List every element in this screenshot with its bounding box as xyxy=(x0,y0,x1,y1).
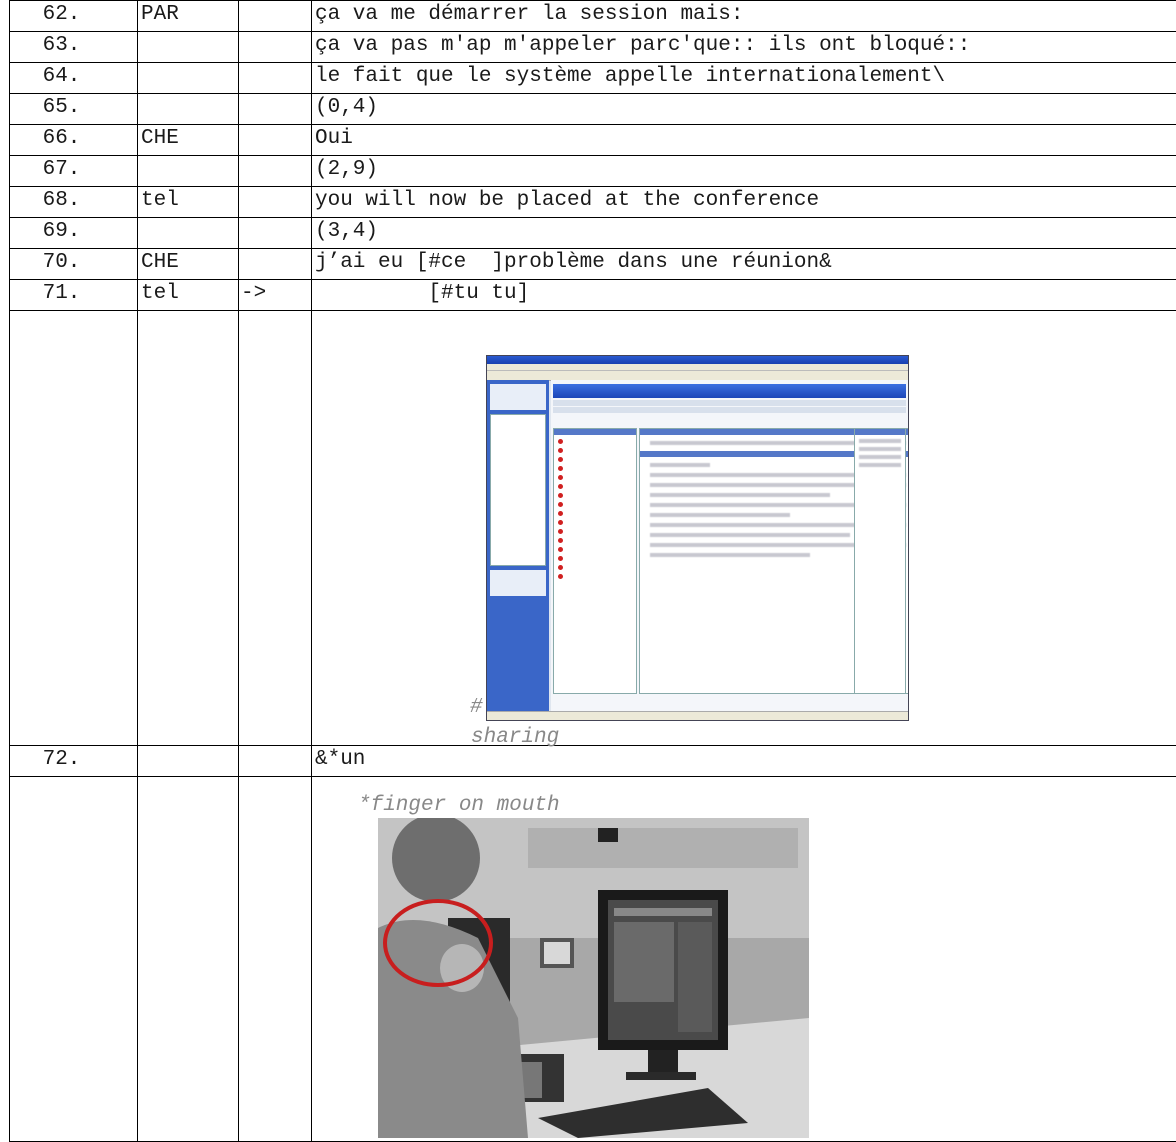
transcript-row: 70. CHE j’ai eu [#ce ]problème dans une … xyxy=(10,249,1176,280)
utterance: Oui xyxy=(312,125,1176,156)
arrow-marker xyxy=(239,1,312,32)
transcript-row: 64. le fait que le système appelle inter… xyxy=(10,63,1176,94)
speaker: tel xyxy=(138,280,239,311)
arrow-marker xyxy=(239,94,312,125)
line-number: 63. xyxy=(10,32,138,63)
arrow-marker xyxy=(239,32,312,63)
meeting-panel xyxy=(551,380,908,712)
transcript-row: 62. PAR ça va me démarrer la session mai… xyxy=(10,1,1176,32)
empty-cell xyxy=(138,311,239,746)
transcript-row: 72. &*un xyxy=(10,746,1176,777)
meeting-header xyxy=(553,384,906,398)
annotation-label: *finger on mouth xyxy=(358,794,560,817)
utterance: j’ai eu [#ce ]problème dans une réunion& xyxy=(312,249,1176,280)
arrow-marker xyxy=(239,218,312,249)
line-number: 72. xyxy=(10,746,138,777)
window-titlebar xyxy=(487,356,908,364)
arrow-marker xyxy=(239,156,312,187)
utterance: ça va me démarrer la session mais: xyxy=(312,1,1176,32)
speaker: tel xyxy=(138,187,239,218)
conference-app-screenshot xyxy=(486,355,909,721)
participants-list xyxy=(553,428,637,694)
window-statusbar xyxy=(487,711,908,720)
speaker: CHE xyxy=(138,125,239,156)
line-number: 70. xyxy=(10,249,138,280)
photo-illustration xyxy=(378,818,809,1138)
arrow-marker xyxy=(239,125,312,156)
utterance: (2,9) xyxy=(312,156,1176,187)
line-number: 67. xyxy=(10,156,138,187)
utterance: (3,4) xyxy=(312,218,1176,249)
speaker: CHE xyxy=(138,249,239,280)
empty-cell xyxy=(10,777,138,1142)
line-number: 64. xyxy=(10,63,138,94)
empty-cell xyxy=(138,777,239,1142)
transcript-row: 63. ça va pas m'ap m'appeler parc'que:: … xyxy=(10,32,1176,63)
arrow-marker xyxy=(239,63,312,94)
speaker xyxy=(138,94,239,125)
arrow-marker: -> xyxy=(239,280,312,311)
utterance: ça va pas m'ap m'appeler parc'que:: ils … xyxy=(312,32,1176,63)
line-number: 62. xyxy=(10,1,138,32)
arrow-marker xyxy=(239,746,312,777)
line-number: 66. xyxy=(10,125,138,156)
utterance: [#tu tu] xyxy=(312,280,1176,311)
participants-sidebar xyxy=(487,380,549,712)
utterance: le fait que le système appelle internati… xyxy=(312,63,1176,94)
transcript-row: 67. (2,9) xyxy=(10,156,1176,187)
empty-cell xyxy=(239,311,312,746)
utterance: (0,4) xyxy=(312,94,1176,125)
annotation-mark: # xyxy=(470,696,483,719)
arrow-marker xyxy=(239,187,312,218)
speaker xyxy=(138,63,239,94)
agenda-panel xyxy=(854,428,906,694)
speaker xyxy=(138,32,239,63)
empty-cell xyxy=(239,777,312,1142)
speaker: PAR xyxy=(138,1,239,32)
transcript-row: 71. tel -> [#tu tu] xyxy=(10,280,1176,311)
utterance: &*un xyxy=(312,746,1176,777)
transcript-row: 68. tel you will now be placed at the co… xyxy=(10,187,1176,218)
window-menubar xyxy=(487,364,908,371)
transcript-row: 66. CHE Oui xyxy=(10,125,1176,156)
empty-cell xyxy=(10,311,138,746)
speaker xyxy=(138,218,239,249)
speaker xyxy=(138,746,239,777)
line-number: 69. xyxy=(10,218,138,249)
line-number: 71. xyxy=(10,280,138,311)
arrow-marker xyxy=(239,249,312,280)
video-still-photo xyxy=(378,818,809,1138)
transcript-row: 65. (0,4) xyxy=(10,94,1176,125)
transcript-row: 69. (3,4) xyxy=(10,218,1176,249)
line-number: 68. xyxy=(10,187,138,218)
utterance: you will now be placed at the conference xyxy=(312,187,1176,218)
annotation-label: sharing xyxy=(471,726,559,749)
speaker xyxy=(138,156,239,187)
line-number: 65. xyxy=(10,94,138,125)
